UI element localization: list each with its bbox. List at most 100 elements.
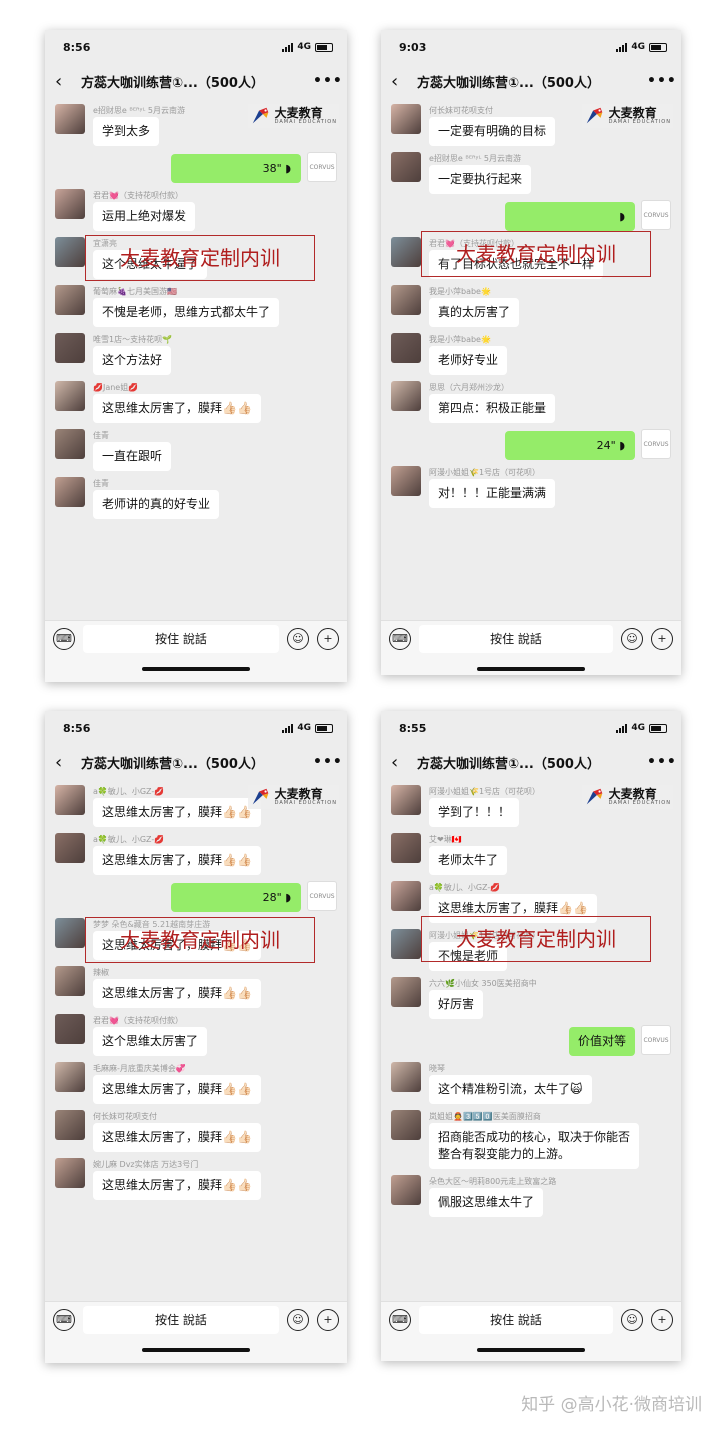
chat-message[interactable]: 我是小萍babe🌟 老师好专业 [391,333,671,375]
message-bubble[interactable]: 一定要执行起来 [429,165,532,194]
chat-message[interactable]: 💋Jane姐💋 这思维太厉害了，膜拜👍🏻👍🏻 [55,381,337,423]
sender-avatar[interactable] [55,1158,85,1188]
emoji-icon[interactable]: ☺ [621,1308,643,1331]
keyboard-icon[interactable]: ⌨ [53,1308,75,1331]
chat-message[interactable]: 佳青 一直在跟听 [55,429,337,471]
back-button[interactable]: ‹ [55,752,81,773]
hold-to-talk-button[interactable]: 按住 說話 [419,1305,613,1334]
message-bubble[interactable]: 这思维太厉害了，膜拜👍🏻👍🏻 [93,1171,261,1200]
emoji-icon[interactable]: ☺ [287,1308,309,1331]
message-bubble[interactable]: 这思维太厉害了，膜拜👍🏻👍🏻 [93,979,261,1008]
message-bubble[interactable]: 运用上绝对爆发 [93,202,196,231]
message-bubble[interactable]: 老师讲的真的好专业 [93,490,220,519]
chat-message[interactable]: 思思（六月郑州沙龙） 第四点：积极正能量 [391,381,671,423]
sender-avatar[interactable] [55,477,85,507]
chat-message[interactable]: 六六🌿小仙女 350医美招商中 好厉害 [391,977,671,1019]
chat-message[interactable]: ◗ CORVUS [391,200,671,231]
sender-avatar[interactable] [391,929,421,959]
sender-avatar[interactable] [55,833,85,863]
message-bubble[interactable]: 老师太牛了 [429,846,508,875]
sender-avatar[interactable] [391,1062,421,1092]
chat-message[interactable]: 佳青 老师讲的真的好专业 [55,477,337,519]
sender-avatar[interactable] [55,1110,85,1140]
chat-message[interactable]: 阿漫小姐姐🌾1号店（可花呗） 对！！！正能量满满 [391,466,671,508]
chat-message-list[interactable]: 大麦教育 DAMAI EDUCATION 大麦教育定制内训 阿漫小姐姐🌾1号店（… [381,779,681,1301]
sender-avatar[interactable] [55,966,85,996]
chat-message[interactable]: 价值对等 CORVUS [391,1025,671,1056]
chat-message[interactable]: 辣椒 这思维太厉害了，膜拜👍🏻👍🏻 [55,966,337,1008]
sent-message-bubble[interactable]: 价值对等 [568,1027,635,1056]
chat-message[interactable]: 朵色大区～明莉800元走上致富之路 佩服这思维太牛了 [391,1175,671,1217]
message-bubble[interactable]: 这思维太厉害了，膜拜👍🏻👍🏻 [93,1075,261,1104]
sender-avatar[interactable] [391,152,421,182]
message-bubble[interactable]: 学到太多 [93,117,160,146]
sender-avatar[interactable] [391,381,421,411]
plus-icon[interactable]: + [651,1308,673,1331]
hold-to-talk-button[interactable]: 按住 說話 [83,624,279,653]
message-bubble[interactable]: 不愧是老师，思维方式都太牛了 [93,298,280,327]
chat-message[interactable]: 艾❤琳🇨🇦 老师太牛了 [391,833,671,875]
self-avatar[interactable]: CORVUS [641,1025,671,1055]
chat-message[interactable]: 君君💓（支持花呗付款） 运用上绝对爆发 [55,189,337,231]
chat-message[interactable]: 毛麻麻-月底重庆美博会💞 这思维太厉害了，膜拜👍🏻👍🏻 [55,1062,337,1104]
chat-message[interactable]: 28" ◗ CORVUS [55,881,337,912]
self-avatar[interactable]: CORVUS [641,429,671,459]
back-button[interactable]: ‹ [391,752,417,773]
message-bubble[interactable]: 真的太厉害了 [429,298,520,327]
message-bubble[interactable]: 这思维太厉害了，膜拜👍🏻👍🏻 [93,846,261,875]
chat-message[interactable]: 38" ◗ CORVUS [55,152,337,183]
self-avatar[interactable]: CORVUS [641,200,671,230]
message-bubble[interactable]: 对！！！正能量满满 [429,479,556,508]
sender-avatar[interactable] [55,918,85,948]
sender-avatar[interactable] [391,237,421,267]
more-options-button[interactable]: ••• [647,73,676,89]
chat-message[interactable]: 我是小萍babe🌟 真的太厉害了 [391,285,671,327]
sender-avatar[interactable] [55,237,85,267]
sender-avatar[interactable] [391,1175,421,1205]
voice-message-bubble[interactable]: 24" ◗ [505,431,635,460]
self-avatar[interactable]: CORVUS [307,881,337,911]
sender-avatar[interactable] [391,977,421,1007]
chat-message-list[interactable]: 大麦教育 DAMAI EDUCATION 大麦教育定制内训 何长妹可花呗支付 一定… [381,98,681,620]
keyboard-icon[interactable]: ⌨ [389,1308,411,1331]
voice-message-bubble[interactable]: 38" ◗ [171,154,301,183]
message-bubble[interactable]: 这个方法好 [93,346,172,375]
hold-to-talk-button[interactable]: 按住 說話 [419,624,613,653]
message-bubble[interactable]: 这个思维太厉害了 [93,1027,208,1056]
sender-avatar[interactable] [391,833,421,863]
chat-message-list[interactable]: 大麦教育 DAMAI EDUCATION 大麦教育定制内训 e招财思e ᴮᴱᴿʸ… [45,98,347,620]
message-bubble[interactable]: 这思维太厉害了，膜拜👍🏻👍🏻 [93,1123,261,1152]
sender-avatar[interactable] [55,429,85,459]
sender-avatar[interactable] [391,466,421,496]
chat-message[interactable]: 晓琴 这个精准粉引流，太牛了🙀 [391,1062,671,1104]
chat-message[interactable]: a🍀敏儿、小GZ-💋 这思维太厉害了，膜拜👍🏻👍🏻 [55,833,337,875]
more-options-button[interactable]: ••• [313,73,342,89]
emoji-icon[interactable]: ☺ [621,627,643,650]
sender-avatar[interactable] [391,285,421,315]
emoji-icon[interactable]: ☺ [287,627,309,650]
sender-avatar[interactable] [391,881,421,911]
sender-avatar[interactable] [55,1062,85,1092]
sender-avatar[interactable] [55,285,85,315]
sender-avatar[interactable] [391,785,421,815]
message-bubble[interactable]: 招商能否成功的核心，取决于你能否整合有裂变能力的上游。 [429,1123,639,1169]
message-bubble[interactable]: 这思维太厉害了，膜拜👍🏻👍🏻 [93,394,261,423]
sender-avatar[interactable] [55,785,85,815]
sender-avatar[interactable] [55,381,85,411]
sender-avatar[interactable] [391,333,421,363]
voice-message-bubble[interactable]: ◗ [505,202,635,231]
message-bubble[interactable]: 这思维太厉害了，膜拜👍🏻👍🏻 [93,798,261,827]
message-bubble[interactable]: 佩服这思维太牛了 [429,1188,544,1217]
back-button[interactable]: ‹ [391,71,417,92]
chat-message[interactable]: 岚姐姐👲3️⃣5️⃣0️⃣医美面膜招商 招商能否成功的核心，取决于你能否整合有裂变… [391,1110,671,1169]
message-bubble[interactable]: 第四点：积极正能量 [429,394,556,423]
plus-icon[interactable]: + [317,1308,339,1331]
more-options-button[interactable]: ••• [313,754,342,770]
chat-message[interactable]: 24" ◗ CORVUS [391,429,671,460]
chat-message[interactable]: 君君💓（支持花呗付款） 这个思维太厉害了 [55,1014,337,1056]
voice-message-bubble[interactable]: 28" ◗ [171,883,301,912]
self-avatar[interactable]: CORVUS [307,152,337,182]
message-bubble[interactable]: 好厉害 [429,990,484,1019]
message-bubble[interactable]: 老师好专业 [429,346,508,375]
hold-to-talk-button[interactable]: 按住 說話 [83,1305,279,1334]
